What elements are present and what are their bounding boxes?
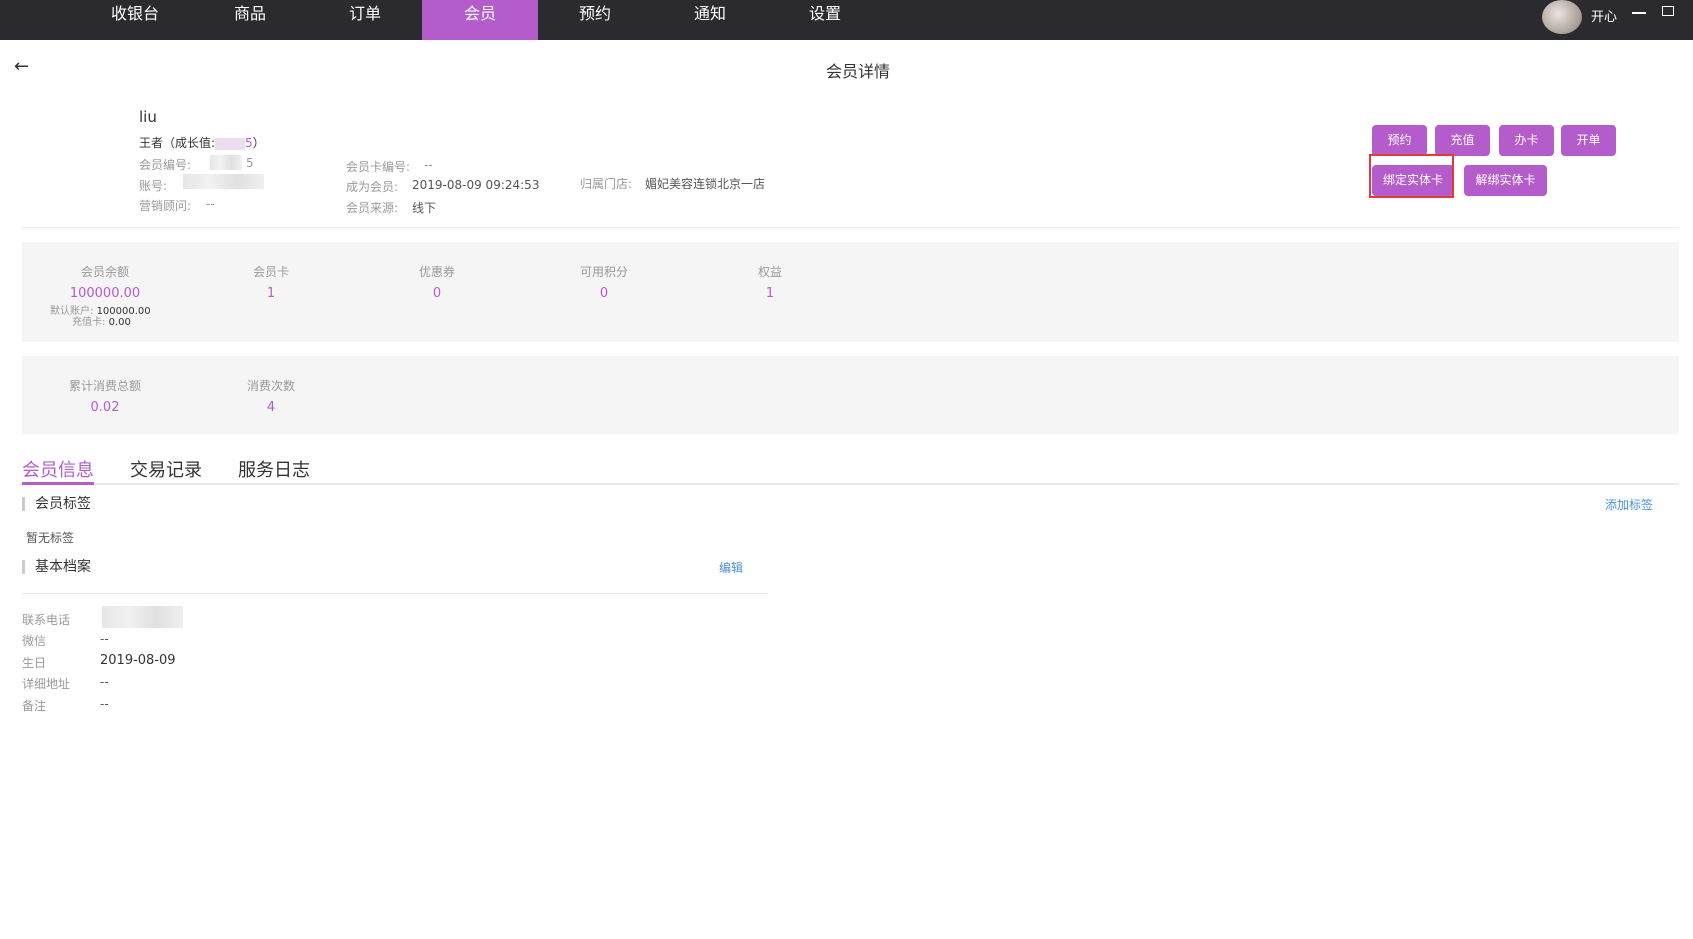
stat-coupons[interactable]: 优惠券 0 bbox=[367, 263, 507, 301]
advisor-label: 营销顾问: bbox=[139, 199, 192, 213]
stat-visit-count: 消费次数 4 bbox=[201, 377, 341, 415]
stat-points[interactable]: 可用积分 0 bbox=[534, 263, 674, 301]
member-id-value: 5 bbox=[246, 156, 254, 170]
stat-label: 会员卡 bbox=[252, 265, 289, 279]
advisor-value: -- bbox=[206, 197, 215, 211]
store-label: 归属门店: bbox=[580, 177, 633, 191]
nav-products[interactable]: 商品 bbox=[192, 0, 308, 40]
nav-orders[interactable]: 订单 bbox=[307, 0, 423, 40]
stat-label: 权益 bbox=[757, 265, 782, 279]
stat-label: 优惠券 bbox=[418, 265, 455, 279]
highlight-box bbox=[1369, 154, 1454, 198]
recharge-card-label: 充值卡: bbox=[72, 317, 106, 328]
stat-label: 累计消费总额 bbox=[68, 379, 141, 393]
member-id-label: 会员编号: bbox=[139, 158, 192, 172]
recharge-button[interactable]: 充值 bbox=[1435, 125, 1490, 156]
open-order-button[interactable]: 开单 bbox=[1561, 125, 1616, 156]
tab-service-log[interactable]: 服务日志 bbox=[238, 456, 310, 482]
stat-value: 100000.00 bbox=[69, 286, 141, 301]
blurred-account bbox=[183, 174, 264, 189]
nav-appointments[interactable]: 预约 bbox=[537, 0, 653, 40]
user-name[interactable]: 开心 bbox=[1591, 6, 1617, 25]
field-birthday-value: 2019-08-09 bbox=[100, 653, 176, 668]
issue-card-button[interactable]: 办卡 bbox=[1499, 125, 1554, 156]
level-label: 王者（成长值: bbox=[139, 136, 216, 150]
divider bbox=[22, 227, 1679, 228]
level-close: ） bbox=[252, 136, 265, 150]
tags-section-title: 会员标签 bbox=[22, 497, 91, 511]
field-notes-label: 备注 bbox=[22, 699, 47, 713]
nav-cashier[interactable]: 收银台 bbox=[77, 0, 193, 40]
tab-bar-line bbox=[22, 483, 1679, 485]
stat-value: 4 bbox=[266, 400, 276, 415]
store-value: 媚妃美容连锁北京一店 bbox=[645, 177, 766, 191]
tab-member-info[interactable]: 会员信息 bbox=[22, 456, 94, 482]
account-label: 账号: bbox=[139, 179, 168, 193]
field-phone-label: 联系电话 bbox=[22, 613, 71, 627]
consumption-panel: 累计消费总额 0.02 消费次数 4 bbox=[22, 356, 1679, 434]
restore-icon[interactable] bbox=[1662, 6, 1674, 16]
card-no-value: -- bbox=[424, 158, 433, 172]
profile-section-title: 基本档案 bbox=[22, 560, 91, 574]
card-no-label: 会员卡编号: bbox=[346, 160, 411, 174]
growth-value: 5 bbox=[245, 136, 253, 150]
stat-label: 消费次数 bbox=[246, 379, 295, 393]
active-tab-indicator bbox=[22, 482, 94, 485]
nav-members[interactable]: 会员 bbox=[422, 0, 538, 40]
stat-value: 1 bbox=[266, 286, 276, 301]
stat-value: 0.02 bbox=[90, 400, 120, 415]
recharge-card-value: 0.00 bbox=[108, 317, 131, 328]
nav-settings[interactable]: 设置 bbox=[767, 0, 883, 40]
minimize-icon[interactable] bbox=[1632, 12, 1646, 14]
blurred-growth bbox=[215, 137, 246, 150]
stat-value: 0 bbox=[432, 286, 442, 301]
member-name: liu bbox=[139, 108, 157, 126]
member-level: 王者（成长值: 5） bbox=[139, 134, 265, 151]
field-address-value: -- bbox=[100, 675, 109, 689]
unbind-physical-card-button[interactable]: 解绑实体卡 bbox=[1464, 165, 1547, 196]
source-label: 会员来源: bbox=[346, 201, 399, 215]
avatar[interactable] bbox=[1542, 0, 1582, 34]
field-wechat-label: 微信 bbox=[22, 634, 47, 648]
top-nav: 收银台 商品 订单 会员 预约 通知 设置 开心 bbox=[0, 0, 1693, 40]
add-tag-link[interactable]: 添加标签 bbox=[1605, 496, 1653, 513]
blurred-phone bbox=[102, 606, 183, 628]
field-wechat-value: -- bbox=[100, 632, 109, 646]
stat-benefits[interactable]: 权益 1 bbox=[700, 263, 840, 301]
back-arrow-icon[interactable]: ← bbox=[14, 56, 29, 77]
no-tags-text: 暂无标签 bbox=[26, 531, 75, 545]
source-value: 线下 bbox=[412, 201, 437, 215]
profile-divider bbox=[22, 593, 768, 594]
blurred-id bbox=[210, 155, 242, 170]
stats-panel: 会员余额 100000.00 会员卡 1 优惠券 0 可用积分 0 权益 1 默认账户: … bbox=[22, 242, 1679, 342]
stat-balance[interactable]: 会员余额 100000.00 bbox=[35, 263, 175, 301]
appointment-button[interactable]: 预约 bbox=[1372, 125, 1427, 156]
tab-transactions[interactable]: 交易记录 bbox=[130, 456, 202, 482]
field-address-label: 详细地址 bbox=[22, 677, 71, 691]
stat-value: 0 bbox=[599, 286, 609, 301]
joined-label: 成为会员: bbox=[346, 180, 399, 194]
nav-notifications[interactable]: 通知 bbox=[652, 0, 768, 40]
stat-value: 1 bbox=[765, 286, 775, 301]
stat-label: 可用积分 bbox=[579, 265, 628, 279]
edit-profile-link[interactable]: 编辑 bbox=[719, 559, 743, 576]
page-title: 会员详情 bbox=[826, 62, 891, 81]
stat-cards[interactable]: 会员卡 1 bbox=[201, 263, 341, 301]
field-notes-value: -- bbox=[100, 697, 109, 711]
stat-label: 会员余额 bbox=[80, 265, 129, 279]
field-birthday-label: 生日 bbox=[22, 656, 47, 670]
joined-value: 2019-08-09 09:24:53 bbox=[412, 178, 540, 192]
stat-total-spent: 累计消费总额 0.02 bbox=[35, 377, 175, 415]
